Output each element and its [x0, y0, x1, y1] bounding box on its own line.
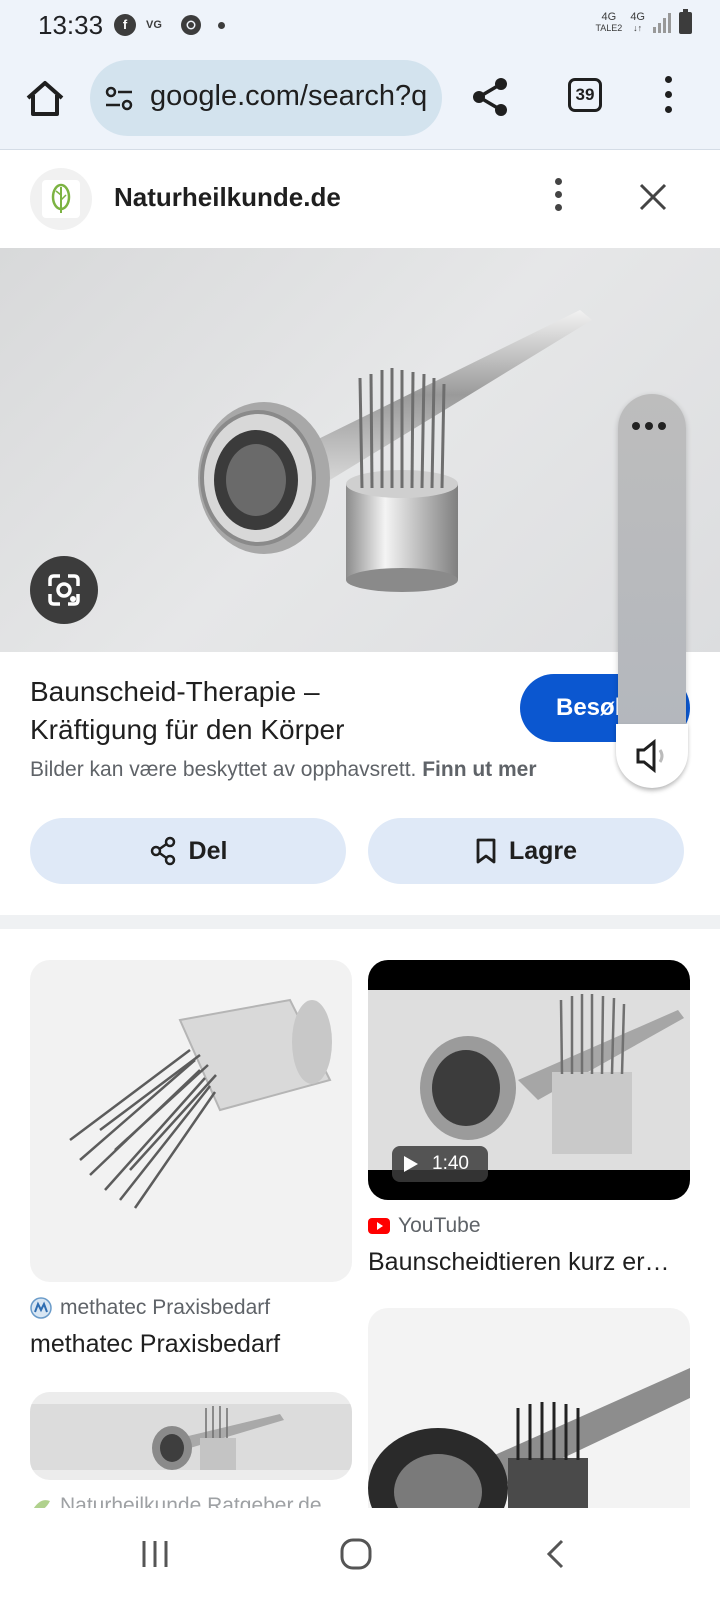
more-options-icon[interactable]: [552, 178, 564, 220]
card1-source[interactable]: methatec Praxisbedarf: [30, 1296, 270, 1320]
youtube-icon: [368, 1218, 390, 1234]
status-right-icons: 4G TALE2 4G ↓↑: [595, 9, 692, 34]
share-icon[interactable]: [470, 76, 510, 118]
volume-button[interactable]: [616, 724, 688, 788]
methatec-logo-icon: [30, 1297, 52, 1319]
card1-title[interactable]: methatec Praxisbedarf: [30, 1330, 352, 1359]
baunscheid-sketch-image: [368, 1368, 690, 1508]
share-button-label: Del: [188, 836, 228, 865]
close-icon[interactable]: [636, 180, 670, 214]
volume-icon: [636, 738, 664, 774]
back-icon[interactable]: [544, 1538, 568, 1570]
leaf-icon: [51, 183, 71, 213]
card2-title[interactable]: Baunscheidtieren kurz er…: [368, 1248, 690, 1277]
save-button-label: Lagre: [508, 836, 578, 865]
status-bar: 13:33 f VG 4G TALE2 4G ↓↑: [0, 0, 720, 54]
network-indicator-2: 4G ↓↑: [630, 11, 645, 34]
play-icon: [404, 1156, 418, 1172]
preview-image[interactable]: [0, 248, 720, 652]
needle-roller-image: [69, 998, 332, 1209]
baunscheid-device-thumb: [30, 1404, 352, 1470]
browser-toolbar: google.com/search?q 39: [0, 54, 720, 150]
section-divider: [0, 915, 720, 929]
vg-notification-icon: VG: [146, 19, 162, 31]
tab-switcher-button[interactable]: 39: [568, 78, 602, 112]
learn-more-link[interactable]: Finn ut mer: [422, 758, 536, 781]
chrome-notification-icon: [181, 15, 201, 35]
site-settings-icon[interactable]: [104, 84, 134, 114]
baunscheid-device-image: [198, 310, 592, 592]
video-duration-badge: 1:40: [392, 1146, 488, 1182]
related-image-4[interactable]: [368, 1308, 690, 1508]
more-notifications-dot-icon: [218, 21, 225, 29]
google-lens-button[interactable]: [30, 556, 98, 624]
battery-icon: [679, 9, 692, 34]
status-time: 13:33: [38, 10, 104, 40]
network-indicator-1: 4G TALE2: [595, 11, 623, 34]
share-icon: [150, 836, 175, 866]
related-image-1[interactable]: [30, 960, 352, 1282]
related-image-3[interactable]: [30, 1392, 352, 1480]
recent-apps-icon[interactable]: [138, 1538, 172, 1570]
system-nav-bar: [0, 1508, 720, 1600]
panel-more-icon[interactable]: [632, 422, 666, 430]
site-header: Naturheilkunde.de: [0, 150, 720, 248]
browser-menu-icon[interactable]: [662, 76, 674, 120]
home-nav-icon[interactable]: [338, 1536, 374, 1572]
url-text[interactable]: google.com/search?q: [150, 80, 427, 113]
result-title: Baunscheid-Therapie – Kräftigung für den…: [30, 676, 345, 745]
app-notification-icon: f: [114, 14, 136, 36]
copyright-notice: Bilder kan være beskyttet av opphavsrett…: [30, 758, 537, 781]
card2-source[interactable]: YouTube: [368, 1214, 481, 1238]
bookmark-icon: [476, 838, 496, 864]
share-button[interactable]: Del: [30, 818, 346, 884]
status-notification-icons: f VG: [114, 14, 225, 36]
home-icon[interactable]: [22, 76, 68, 122]
site-name[interactable]: Naturheilkunde.de: [114, 182, 341, 213]
save-button[interactable]: Lagre: [368, 818, 684, 884]
lens-icon: [48, 574, 80, 606]
related-video-2[interactable]: 1:40: [368, 960, 690, 1200]
signal-icon: [653, 13, 671, 33]
site-logo: [30, 168, 92, 230]
address-bar[interactable]: google.com/search?q: [90, 60, 442, 136]
